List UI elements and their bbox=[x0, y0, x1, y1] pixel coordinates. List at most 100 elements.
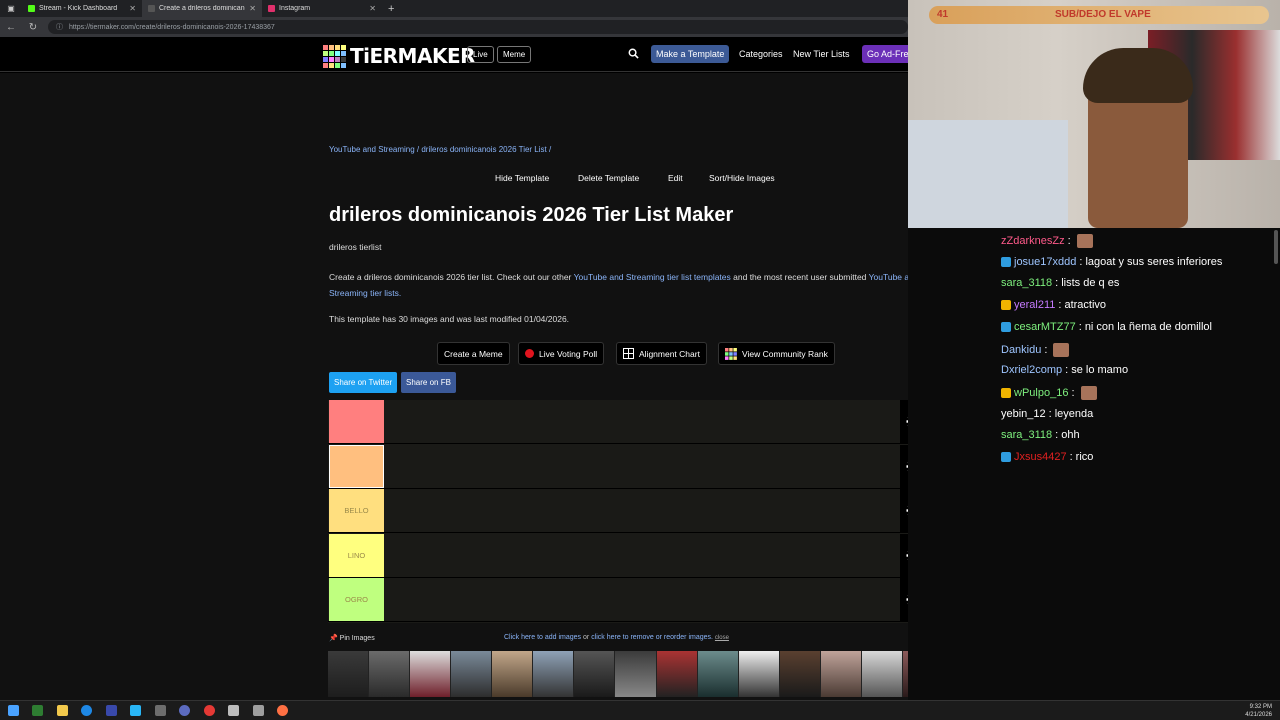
tier-row[interactable] bbox=[328, 400, 944, 444]
ad-free-button[interactable]: Go Ad-Free bbox=[862, 45, 908, 63]
chat-username[interactable]: sara_3118 bbox=[1001, 277, 1052, 289]
template-subtitle: drileros tierlist bbox=[329, 242, 382, 252]
pool-image[interactable] bbox=[410, 651, 452, 697]
edit-link[interactable]: Edit bbox=[668, 173, 683, 183]
pool-image[interactable] bbox=[369, 651, 411, 697]
back-icon[interactable]: ← bbox=[0, 22, 22, 33]
tier-label[interactable] bbox=[329, 444, 384, 488]
chat-text: se lo mamo bbox=[1071, 364, 1129, 377]
user-badge-icon bbox=[1001, 387, 1011, 398]
pool-image[interactable] bbox=[697, 651, 739, 697]
tab-tiermaker[interactable]: Create a drileros dominicanois 20... ✕ bbox=[142, 0, 262, 17]
tier-label[interactable]: OGRO bbox=[329, 578, 384, 622]
window-menu-icon[interactable]: ▣ bbox=[0, 0, 22, 17]
tier-row[interactable]: OGRO bbox=[328, 578, 944, 623]
chat-username[interactable]: Dxriel2comp bbox=[1001, 364, 1062, 376]
emote-icon bbox=[1080, 385, 1097, 400]
pin-images-toggle[interactable]: 📌 Pin Images bbox=[329, 634, 375, 642]
system-clock[interactable]: 9:32 PM 4/21/2026 bbox=[1245, 703, 1272, 719]
share-fb-button[interactable]: Share on FB bbox=[401, 372, 456, 393]
community-rank-button[interactable]: View Community Rank bbox=[718, 342, 835, 365]
pool-image[interactable] bbox=[615, 651, 657, 697]
search-icon[interactable] bbox=[628, 48, 639, 59]
tier-label[interactable]: BELLO bbox=[329, 489, 384, 533]
app-icon[interactable] bbox=[228, 705, 239, 716]
chat-username[interactable]: sara_3118 bbox=[1001, 429, 1052, 441]
pool-image[interactable] bbox=[533, 651, 575, 697]
sort-hide-images-link[interactable]: Sort/Hide Images bbox=[709, 173, 775, 183]
tab-kick-dashboard[interactable]: Stream - Kick Dashboard ✕ bbox=[22, 0, 142, 17]
reload-icon[interactable]: ↻ bbox=[22, 22, 44, 33]
app-icon[interactable] bbox=[130, 705, 141, 716]
pool-image[interactable] bbox=[574, 651, 616, 697]
chat-username[interactable]: cesarMTZ77 bbox=[1014, 321, 1076, 333]
tier-row[interactable]: LINO bbox=[328, 533, 944, 578]
app-icon[interactable] bbox=[106, 705, 117, 716]
tier-row[interactable]: BELLO bbox=[328, 489, 944, 534]
tiermaker-logo[interactable]: TiERMAKER bbox=[323, 44, 476, 68]
file-explorer-icon[interactable] bbox=[57, 705, 68, 716]
pool-image[interactable] bbox=[451, 651, 493, 697]
app-icon[interactable] bbox=[204, 705, 215, 716]
alignment-chart-button[interactable]: Alignment Chart bbox=[616, 342, 707, 365]
create-meme-button[interactable]: Create a Meme bbox=[437, 342, 510, 365]
chat-text: atractivo bbox=[1064, 299, 1107, 312]
hide-template-link[interactable]: Hide Template bbox=[495, 173, 549, 183]
categories-link[interactable]: Categories bbox=[739, 49, 783, 59]
pool-image[interactable] bbox=[328, 651, 370, 697]
app-icon[interactable] bbox=[32, 705, 43, 716]
desc-text-1: Create a drileros dominicanois 2026 tier… bbox=[329, 272, 572, 282]
chat-username[interactable]: yeral211 bbox=[1014, 299, 1055, 311]
create-meme-label: Create a Meme bbox=[444, 348, 503, 359]
sub-goal-text: SUB/DEJO EL VAPE bbox=[1055, 9, 1151, 20]
new-tier-lists-link[interactable]: New Tier Lists bbox=[793, 49, 850, 59]
delete-template-link[interactable]: Delete Template bbox=[578, 173, 639, 183]
chat-username[interactable]: josue17xddd bbox=[1014, 256, 1076, 268]
clock-date: 4/21/2026 bbox=[1245, 712, 1272, 718]
pool-image[interactable] bbox=[656, 651, 698, 697]
category-templates-link[interactable]: YouTube and Streaming tier list template… bbox=[574, 272, 731, 282]
pool-image[interactable] bbox=[738, 651, 780, 697]
chat-separator: : bbox=[1078, 320, 1082, 333]
url-field[interactable]: ⓘ https://tiermaker.com/create/drileros-… bbox=[48, 20, 908, 34]
tier-label[interactable]: LINO bbox=[329, 533, 384, 577]
chat-username[interactable]: Dankidu bbox=[1001, 344, 1041, 356]
tier-row[interactable] bbox=[328, 444, 944, 489]
pool-image[interactable] bbox=[820, 651, 862, 697]
new-tab-icon[interactable]: + bbox=[382, 3, 400, 15]
breadcrumb[interactable]: YouTube and Streaming / drileros dominic… bbox=[329, 145, 551, 154]
app-icon[interactable] bbox=[179, 705, 190, 716]
chat-username[interactable]: Jxsus4427 bbox=[1014, 451, 1067, 463]
tab-instagram[interactable]: Instagram ✕ bbox=[262, 0, 382, 17]
close-tab-icon[interactable]: ✕ bbox=[249, 4, 256, 13]
chat-text: ohh bbox=[1061, 429, 1080, 442]
chat-username[interactable]: zZdarknesZz bbox=[1001, 235, 1065, 247]
pool-image[interactable] bbox=[492, 651, 534, 697]
chat-scrollbar[interactable] bbox=[1274, 230, 1278, 264]
add-images-link[interactable]: Click here to add images bbox=[504, 634, 581, 641]
live-voting-poll-label: Live Voting Poll bbox=[539, 348, 598, 359]
pool-image[interactable] bbox=[861, 651, 903, 697]
tier-label[interactable] bbox=[329, 400, 384, 443]
share-twitter-button[interactable]: Share on Twitter bbox=[329, 372, 398, 393]
app-icon[interactable] bbox=[155, 705, 166, 716]
remove-images-link[interactable]: click here to remove or reorder images. bbox=[591, 634, 713, 641]
chat-username[interactable]: yebin_12 bbox=[1001, 408, 1046, 420]
windows-start-icon[interactable] bbox=[8, 705, 19, 716]
app-icon[interactable] bbox=[253, 705, 264, 716]
chat-username[interactable]: wPulpo_16 bbox=[1014, 387, 1068, 399]
app-icon[interactable] bbox=[277, 705, 288, 716]
meme-button[interactable]: Meme bbox=[497, 46, 532, 63]
chrome-icon[interactable] bbox=[81, 705, 92, 716]
live-button[interactable]: Live bbox=[467, 46, 494, 63]
close-link[interactable]: close bbox=[715, 635, 729, 641]
close-tab-icon[interactable]: ✕ bbox=[369, 4, 376, 13]
live-voting-poll-button[interactable]: Live Voting Poll bbox=[518, 342, 605, 365]
site-info-icon[interactable]: ⓘ bbox=[56, 22, 63, 32]
tab-title: Stream - Kick Dashboard bbox=[39, 5, 118, 12]
pool-image[interactable] bbox=[779, 651, 821, 697]
make-template-button[interactable]: Make a Template bbox=[651, 45, 730, 63]
share-twitter-label: Share on Twitter bbox=[334, 378, 393, 387]
chat-message: cesarMTZ77: ni con la ñema de domillol bbox=[1001, 321, 1212, 333]
close-tab-icon[interactable]: ✕ bbox=[129, 4, 136, 13]
